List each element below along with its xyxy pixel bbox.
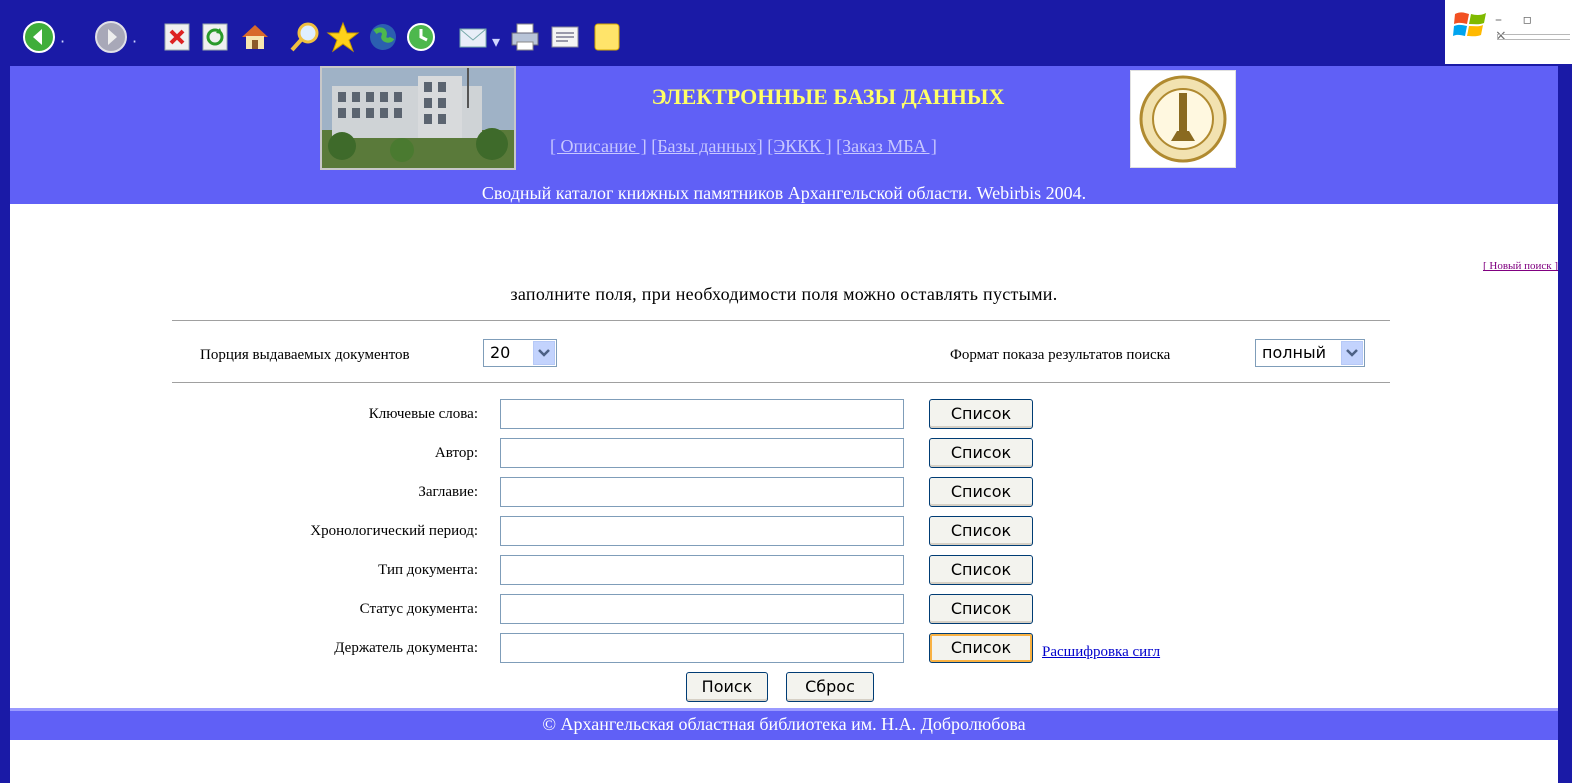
portion-value: 20 [490,343,511,362]
doc-holder-list-button[interactable]: Список [929,633,1033,663]
search-icon[interactable] [288,20,322,54]
divider [172,320,1390,321]
keywords-input[interactable] [500,399,904,429]
favorites-icon[interactable] [326,20,360,54]
library-building-photo [320,66,516,170]
divider [172,382,1390,383]
site-subtitle: Сводный каталог книжных памятников Архан… [481,183,1087,203]
sigla-decode-link[interactable]: Расшифровка сигл [1042,644,1160,661]
author-label: Автор: [434,445,478,461]
keywords-list-button[interactable]: Список [929,399,1033,429]
reset-button[interactable]: Сброс [786,672,874,702]
title-label: Заглавие: [418,484,478,500]
format-label: Формат показа результатов поиска [950,347,1171,363]
history-icon[interactable] [404,20,438,54]
new-search-label[interactable]: [ Новый поиск ] [1483,260,1558,272]
window-controls: – ▫ × [1445,0,1572,64]
nav-mba-order-link[interactable]: [Заказ МБА ] [836,136,937,156]
media-icon[interactable] [366,20,400,54]
site-header: ЭЛЕКТРОННЫЕ БАЗЫ ДАННЫХ [ Описание ] [Ба… [10,66,1558,204]
doc-type-list-button[interactable]: Список [929,555,1033,585]
doc-type-input[interactable] [500,555,904,585]
library-emblem [1130,70,1236,168]
stop-icon[interactable] [160,20,190,54]
format-select[interactable]: полный [1255,339,1365,367]
mail-dropdown-icon[interactable]: ▾ [492,32,500,51]
site-title: ЭЛЕКТРОННЫЕ БАЗЫ ДАННЫХ [651,84,1005,109]
instruction-text: заполните поля, при необходимости поля м… [510,284,1058,304]
site-footer: © Архангельская областная библиотека им.… [10,708,1558,740]
doc-holder-input[interactable] [500,633,904,663]
back-icon[interactable] [22,20,56,54]
new-search-link[interactable]: [ Новый поиск ] [1483,260,1558,272]
refresh-icon[interactable] [198,20,228,54]
windows-logo-icon [1453,12,1486,37]
browser-toolbar: · · ▾ [10,0,1445,66]
period-label: Хронологический период: [310,523,478,539]
author-list-button[interactable]: Список [929,438,1033,468]
period-list-button[interactable]: Список [929,516,1033,546]
doc-status-list-button[interactable]: Список [929,594,1033,624]
portion-select[interactable]: 20 [483,339,557,367]
doc-holder-label: Держатель документа: [334,640,478,656]
nav-databases-link[interactable]: [Базы данных] [651,136,763,156]
chevron-down-icon[interactable] [1341,341,1363,365]
site-navigation: [ Описание ] [Базы данных] [ЭККК ] [Зака… [550,136,1110,157]
period-input[interactable] [500,516,904,546]
forward-icon[interactable] [94,20,128,54]
doc-status-input[interactable] [500,594,904,624]
title-input[interactable] [500,477,904,507]
nav-ekkk-link[interactable]: [ЭККК ] [767,136,831,156]
edit-icon[interactable] [548,20,582,54]
discuss-icon[interactable] [590,20,624,54]
keywords-label: Ключевые слова: [368,406,478,422]
doc-type-label: Тип документа: [378,562,478,578]
author-input[interactable] [500,438,904,468]
mail-icon[interactable] [456,20,490,54]
address-bar-edge [1497,34,1570,40]
print-icon[interactable] [508,20,542,54]
chevron-down-icon[interactable] [533,341,555,365]
title-list-button[interactable]: Список [929,477,1033,507]
back-dropdown-icon[interactable]: · [60,32,65,51]
search-button[interactable]: Поиск [686,672,768,702]
home-icon[interactable] [238,20,272,54]
doc-status-label: Статус документа: [359,601,478,617]
nav-description-link[interactable]: [ Описание ] [550,136,647,156]
portion-label: Порция выдаваемых документов [200,347,410,363]
web-page: ЭЛЕКТРОННЫЕ БАЗЫ ДАННЫХ [ Описание ] [Ба… [10,66,1558,783]
format-value: полный [1262,343,1326,362]
forward-dropdown-icon[interactable]: · [132,32,137,51]
